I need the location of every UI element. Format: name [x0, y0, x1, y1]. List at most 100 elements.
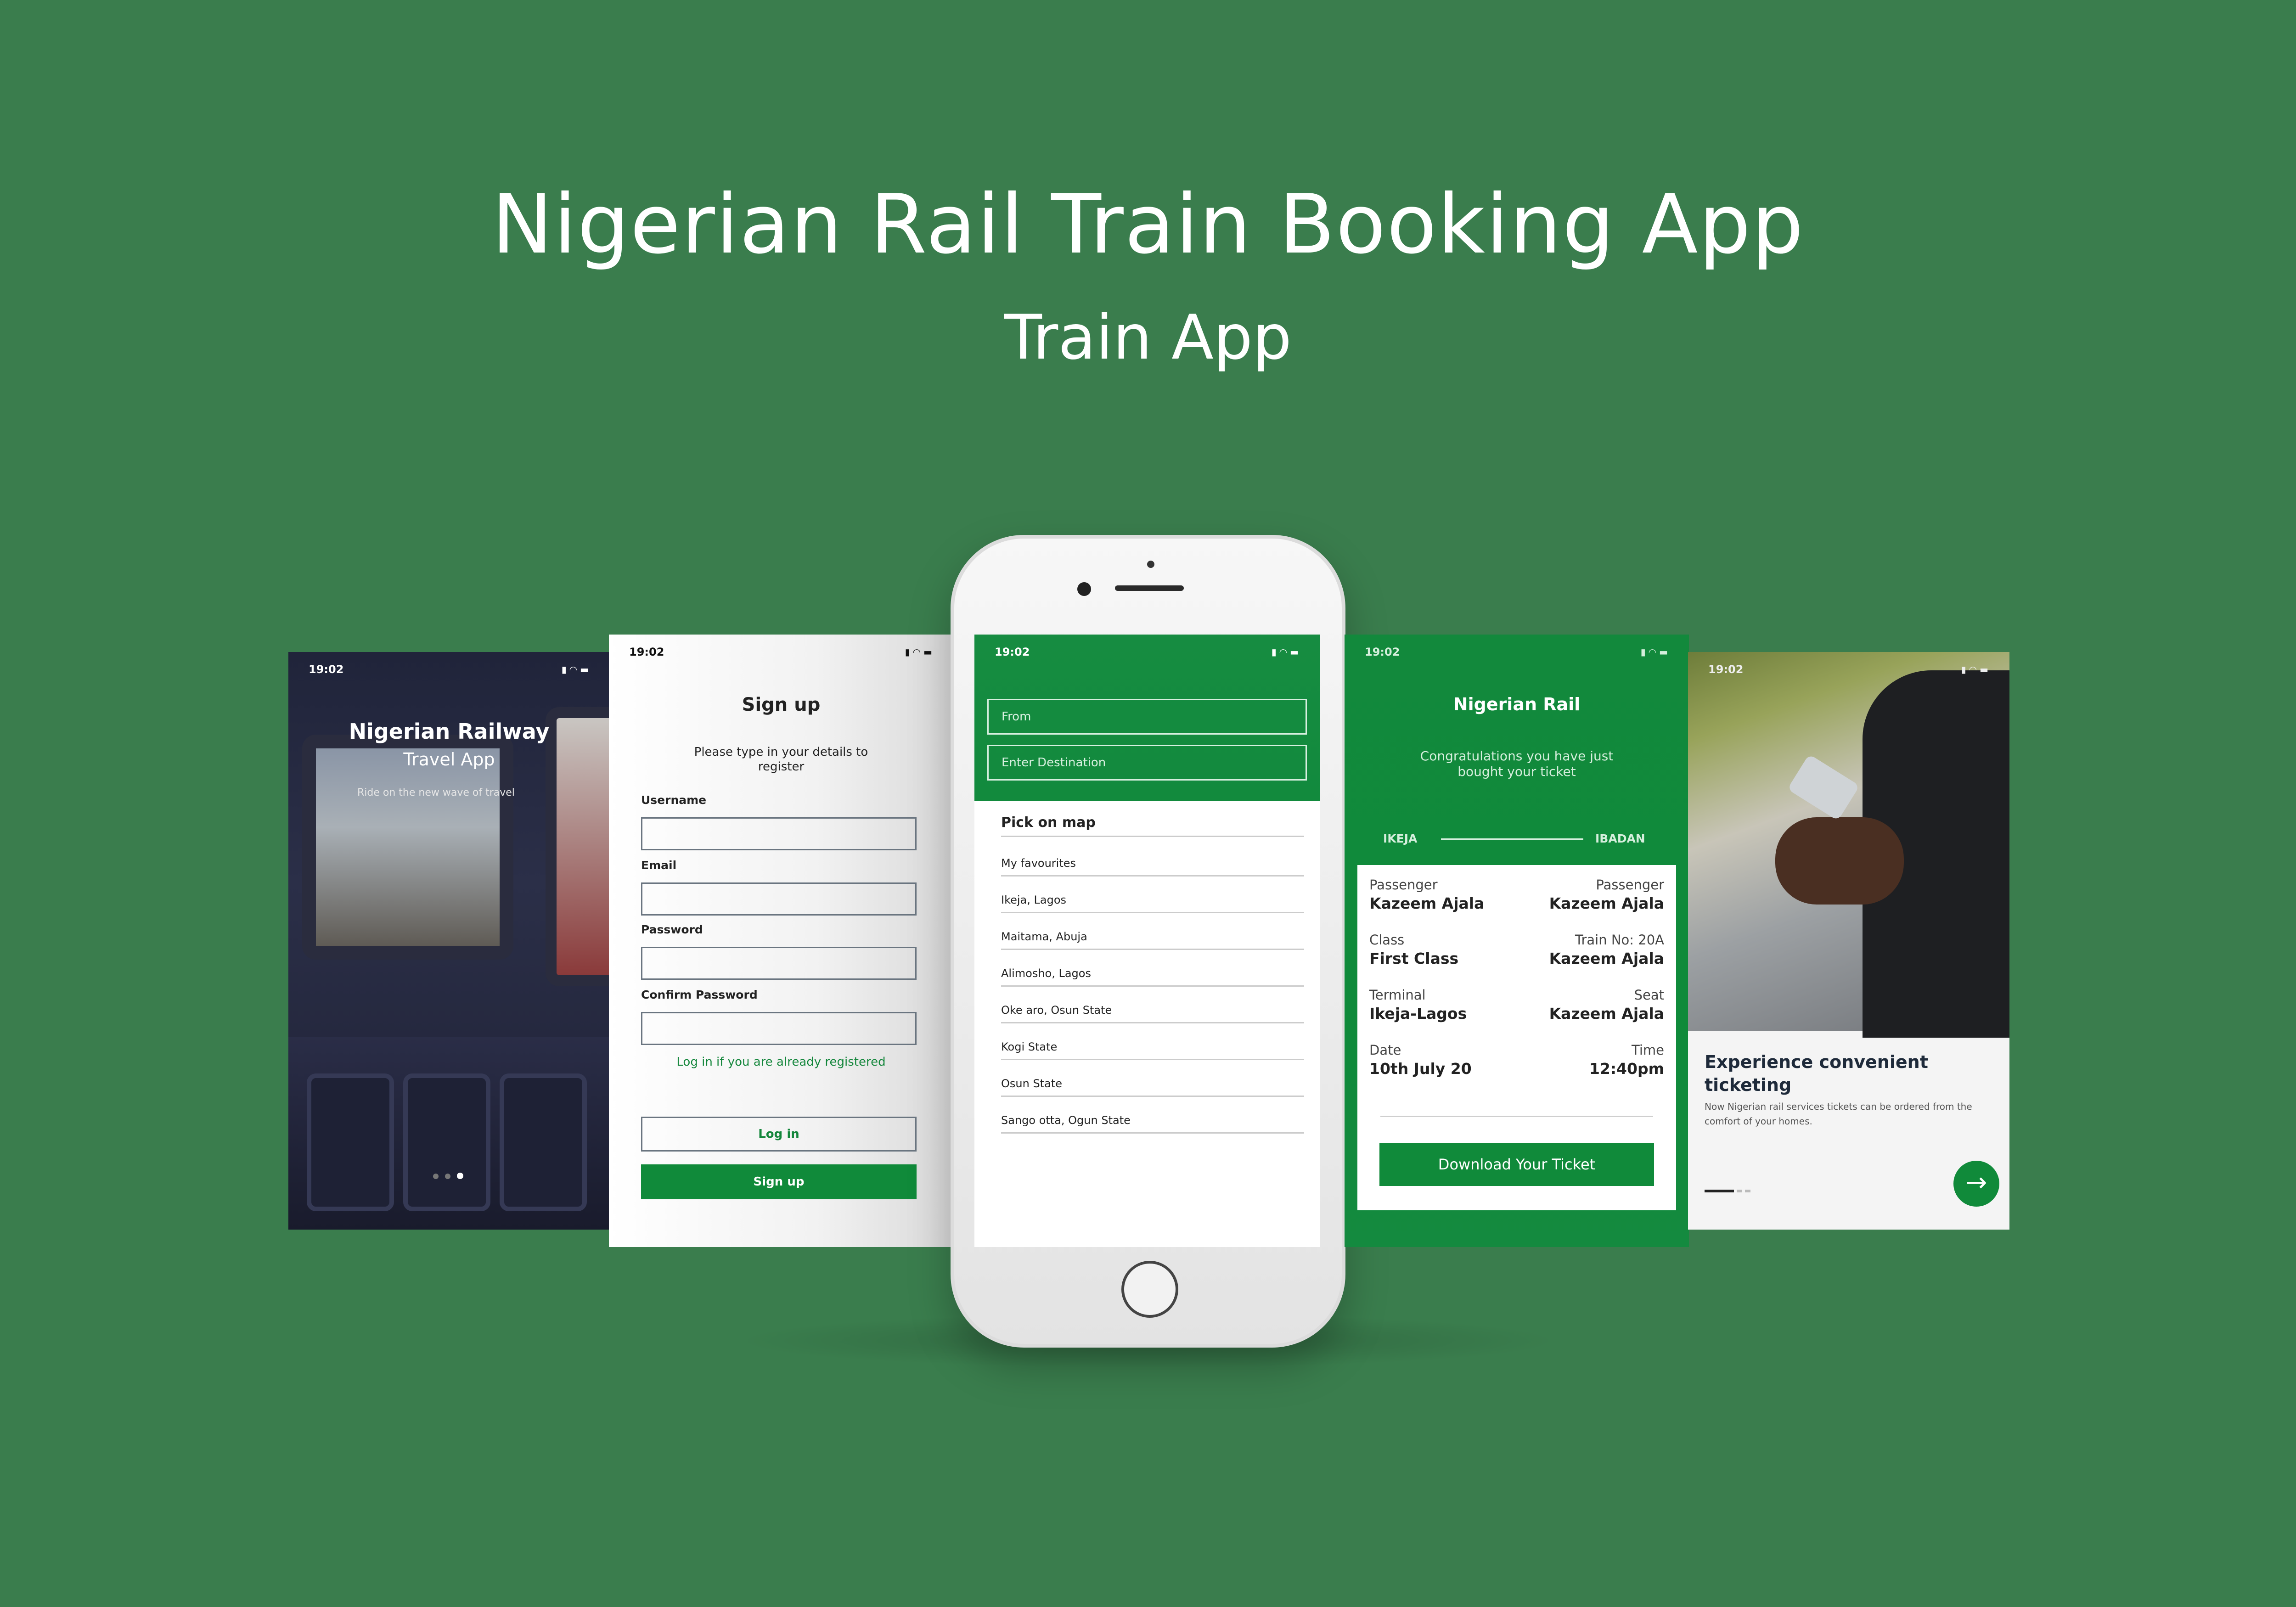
status-time: 19:02	[629, 646, 664, 658]
experience-heading: Experience convenient ticketing	[1705, 1052, 1928, 1095]
time-label: Time	[1632, 1042, 1664, 1058]
class-label: Class	[1369, 932, 1405, 948]
passenger-value: Kazeem Ajala	[1369, 894, 1485, 912]
onboarding-screen: 19:02 ▮◠▬ Nigerian Railway Travel App Ri…	[288, 652, 610, 1230]
date-label: Date	[1369, 1042, 1401, 1058]
wifi-icon: ◠	[1969, 664, 1980, 675]
divider	[1001, 836, 1304, 837]
page-indicator[interactable]	[433, 1172, 463, 1181]
ticket-congrats: Congratulations you have just bought you…	[1420, 748, 1614, 779]
status-bar: 19:02 ▮◠▬	[288, 652, 610, 689]
username-field[interactable]	[641, 817, 917, 850]
terminal-label: Terminal	[1369, 987, 1426, 1003]
onboarding-title: Nigerian Railway	[349, 719, 550, 744]
class-value: First Class	[1369, 950, 1459, 967]
password-label: Password	[641, 923, 703, 936]
battery-icon: ▬	[1290, 646, 1301, 657]
email-label: Email	[641, 859, 677, 872]
signal-icon: ▮	[905, 646, 913, 657]
page-dot[interactable]	[1745, 1190, 1750, 1192]
from-input[interactable]: From	[987, 699, 1307, 735]
confirm-password-label: Confirm Password	[641, 988, 758, 1001]
login-button[interactable]: Log in	[641, 1117, 917, 1152]
username-label: Username	[641, 793, 707, 807]
signup-hint: Please type in your details to register	[694, 745, 868, 774]
battery-icon: ▬	[1659, 646, 1671, 657]
search-header: 19:02 ▮◠▬ From Enter Destination	[974, 635, 1320, 801]
location-item[interactable]: Ikeja, Lagos	[1001, 893, 1304, 913]
seat-image	[403, 1073, 490, 1211]
location-item-favourites[interactable]: My favourites	[1001, 857, 1304, 877]
confirm-password-field[interactable]	[641, 1012, 917, 1045]
origin-city: IKEJA	[1383, 832, 1418, 845]
seat-value: Kazeem Ajala	[1549, 1005, 1664, 1023]
phone-speaker	[1115, 585, 1184, 591]
experience-description: Now Nigerian rail services tickets can b…	[1705, 1101, 1972, 1127]
battery-icon: ▬	[923, 646, 935, 657]
download-ticket-button[interactable]: Download Your Ticket	[1379, 1143, 1654, 1186]
location-item[interactable]: Sango otta, Ogun State	[1001, 1114, 1304, 1134]
page-dot-active[interactable]	[457, 1173, 463, 1179]
signup-heading: Sign up	[742, 694, 821, 715]
person-arm	[1775, 817, 1904, 905]
page-dot[interactable]	[433, 1174, 439, 1179]
search-screen: 19:02 ▮◠▬ From Enter Destination Pick on…	[974, 635, 1320, 1247]
train-number-label: Train No: 20A	[1575, 932, 1664, 948]
page-title: Nigerian Rail Train Booking App	[491, 177, 1805, 272]
location-item[interactable]: Oke aro, Osun State	[1001, 1004, 1304, 1023]
password-field[interactable]	[641, 947, 917, 980]
status-time: 19:02	[1708, 663, 1744, 676]
date-value: 10th July 20	[1369, 1060, 1472, 1078]
next-button[interactable]: →	[1953, 1161, 1999, 1207]
ticket-separator	[1380, 1116, 1653, 1117]
onboarding-tagline: Ride on the new wave of travel	[357, 787, 515, 798]
ticket-screen: 19:02 ▮◠▬ Nigerian Rail Congratulations …	[1345, 635, 1689, 1247]
wifi-icon: ◠	[1648, 646, 1660, 657]
onboarding-subtitle: Travel App	[403, 749, 495, 770]
pick-on-map-link[interactable]: Pick on map	[1001, 815, 1096, 831]
arrow-right-icon: →	[1965, 1168, 1987, 1197]
signal-icon: ▮	[1640, 646, 1649, 657]
status-bar: 19:02 ▮◠▬	[974, 635, 1320, 671]
signup-button[interactable]: Sign up	[641, 1164, 917, 1199]
status-icons: ▮◠▬	[1641, 646, 1671, 657]
status-icons: ▮◠▬	[905, 646, 935, 657]
page-indicator[interactable]	[1705, 1186, 1753, 1194]
wifi-icon: ◠	[1279, 646, 1290, 657]
status-bar: 19:02 ▮◠▬	[609, 635, 953, 671]
battery-icon: ▬	[1980, 664, 1991, 675]
email-field[interactable]	[641, 882, 917, 916]
destination-city: IBADAN	[1595, 832, 1645, 845]
location-item[interactable]: Kogi State	[1001, 1040, 1304, 1060]
handheld-phone-image	[1787, 754, 1860, 821]
page-dot-active[interactable]	[1705, 1190, 1734, 1192]
wifi-icon: ◠	[912, 646, 924, 657]
route-line	[1441, 838, 1583, 840]
signal-icon: ▮	[1961, 664, 1969, 675]
ticket-heading: Nigerian Rail	[1453, 694, 1581, 714]
phone-camera	[1077, 582, 1091, 596]
status-icons: ▮◠▬	[1961, 664, 1991, 675]
status-time: 19:02	[995, 646, 1030, 658]
train-seats-image	[288, 1037, 610, 1230]
phone-sensor	[1147, 561, 1154, 568]
seat-label: Seat	[1634, 987, 1664, 1003]
location-item[interactable]: Osun State	[1001, 1077, 1304, 1097]
location-item[interactable]: Maitama, Abuja	[1001, 930, 1304, 950]
page-dot[interactable]	[445, 1174, 450, 1179]
status-time: 19:02	[309, 663, 344, 676]
passenger-label: Passenger	[1369, 877, 1438, 893]
login-link[interactable]: Log in if you are already registered	[609, 1055, 953, 1069]
experience-screen: 19:02 ▮◠▬ Experience convenient ticketin…	[1688, 652, 2009, 1230]
signup-screen: 19:02 ▮◠▬ Sign up Please type in your de…	[609, 635, 953, 1247]
page-dot[interactable]	[1737, 1190, 1742, 1192]
destination-input[interactable]: Enter Destination	[987, 745, 1307, 781]
train-number-value: Kazeem Ajala	[1549, 950, 1664, 967]
page-subtitle: Train App	[1004, 302, 1292, 373]
location-item[interactable]: Alimosho, Lagos	[1001, 967, 1304, 987]
passenger-value-right: Kazeem Ajala	[1549, 894, 1664, 912]
passenger-label-right: Passenger	[1596, 877, 1664, 893]
phone-home-button[interactable]	[1121, 1261, 1178, 1318]
signal-icon: ▮	[1271, 646, 1279, 657]
signal-icon: ▮	[561, 664, 569, 675]
